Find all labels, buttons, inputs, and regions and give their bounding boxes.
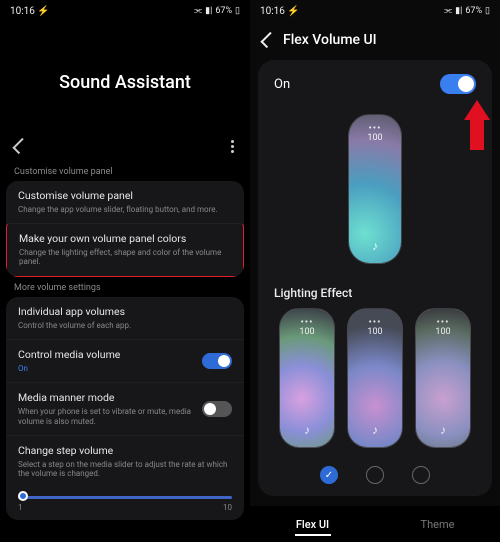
row-sub: Control the volume of each app. — [18, 321, 232, 331]
card-more-settings: Individual app volumes Control the volum… — [6, 297, 244, 520]
more-icon[interactable] — [231, 140, 234, 153]
preview-area: ••• 100 ♪ — [258, 108, 492, 282]
row-sub: Select a step on the media slider to adj… — [18, 460, 232, 479]
volume-panel-preview: ••• 100 ♪ — [348, 114, 402, 264]
row-change-step[interactable]: Change step volume Select a step on the … — [6, 435, 244, 488]
slider-min: 1 — [18, 503, 23, 512]
volume-value: 100 — [348, 327, 402, 337]
toggle-manner-mode[interactable] — [202, 401, 232, 417]
row-title: Control media volume — [18, 349, 194, 362]
row-title: Change step volume — [18, 445, 232, 458]
volume-value: 100 — [280, 327, 334, 337]
onoff-label: On — [274, 77, 290, 92]
row-title: Make your own volume panel colors — [19, 233, 231, 246]
radio-option-3[interactable] — [412, 466, 430, 484]
volume-value: 100 — [416, 327, 470, 337]
row-title: Media manner mode — [18, 392, 194, 405]
tab-flex-ui[interactable]: Flex UI — [250, 506, 375, 542]
row-customise-panel[interactable]: Customise volume panel Change the app vo… — [6, 181, 244, 223]
row-individual-volumes[interactable]: Individual app volumes Control the volum… — [6, 297, 244, 339]
volume-value: 100 — [349, 133, 401, 143]
battery-icon: ▯ — [485, 6, 490, 16]
status-bar: 10:16 ⚡ ⫘ ▮| 67% ▯ — [250, 0, 500, 22]
card-main: On ••• 100 ♪ Lighting Effect ••• 100 ♪ •… — [258, 60, 492, 496]
back-icon[interactable] — [260, 32, 276, 48]
slider-step-volume[interactable]: 1 10 — [6, 488, 244, 520]
toggle-flex-ui[interactable] — [440, 74, 476, 94]
screen-flex-volume: 10:16 ⚡ ⫘ ▮| 67% ▯ Flex Volume UI On •••… — [250, 0, 500, 542]
status-indicator-icon: ⚡ — [37, 6, 49, 17]
status-time: 10:16 — [10, 6, 35, 17]
lighting-options: ••• 100 ♪ ••• 100 ♪ ••• 100 ♪ — [258, 308, 492, 460]
signal-icon: ▮| — [205, 6, 212, 16]
slider-thumb[interactable] — [18, 491, 28, 501]
lighting-option-1[interactable]: ••• 100 ♪ — [279, 308, 335, 448]
section-lighting-effect: Lighting Effect — [258, 282, 492, 308]
battery-percent: 67% — [215, 6, 232, 16]
status-time: 10:16 — [260, 6, 285, 17]
wifi-icon: ⫘ — [444, 6, 452, 16]
lighting-option-3[interactable]: ••• 100 ♪ — [415, 308, 471, 448]
section-label-more: More volume settings — [0, 283, 250, 297]
row-sub: When your phone is set to vibrate or mut… — [18, 407, 194, 426]
page-title: Sound Assistant — [0, 22, 250, 133]
status-indicator-icon: ⚡ — [287, 6, 299, 17]
music-note-icon: ♪ — [348, 423, 402, 437]
option-selector — [258, 460, 492, 496]
row-manner-mode[interactable]: Media manner mode When your phone is set… — [6, 382, 244, 435]
page-title: Flex Volume UI — [283, 32, 377, 48]
row-onoff[interactable]: On — [258, 60, 492, 108]
header: Flex Volume UI — [250, 22, 500, 60]
music-note-icon: ♪ — [349, 239, 401, 253]
radio-option-1[interactable] — [320, 466, 338, 484]
wifi-icon: ⫘ — [194, 6, 202, 16]
battery-percent: 67% — [465, 6, 482, 16]
row-control-media[interactable]: Control media volume On — [6, 339, 244, 382]
slider-max: 10 — [223, 503, 232, 512]
row-volume-colors[interactable]: Make your own volume panel colors Change… — [6, 223, 244, 277]
row-title: Individual app volumes — [18, 306, 232, 319]
section-label-customise: Customise volume panel — [0, 167, 250, 181]
nav-row — [0, 139, 250, 153]
row-title: Customise volume panel — [18, 190, 232, 203]
card-customise: Customise volume panel Change the app vo… — [6, 181, 244, 277]
back-icon[interactable] — [12, 138, 28, 154]
tab-theme[interactable]: Theme — [375, 506, 500, 542]
music-note-icon: ♪ — [280, 423, 334, 437]
screen-sound-assistant: 10:16 ⚡ ⫘ ▮| 67% ▯ Sound Assistant Custo… — [0, 0, 250, 542]
bottom-tabs: Flex UI Theme — [250, 506, 500, 542]
row-sub: On — [18, 364, 194, 374]
annotation-arrow — [464, 100, 490, 150]
signal-icon: ▮| — [455, 6, 462, 16]
status-bar: 10:16 ⚡ ⫘ ▮| 67% ▯ — [0, 0, 250, 22]
radio-option-2[interactable] — [366, 466, 384, 484]
music-note-icon: ♪ — [416, 423, 470, 437]
lighting-option-2[interactable]: ••• 100 ♪ — [347, 308, 403, 448]
row-sub: Change the app volume slider, floating b… — [18, 205, 232, 215]
row-sub: Change the lighting effect, shape and co… — [19, 248, 231, 267]
toggle-control-media[interactable] — [202, 353, 232, 369]
battery-icon: ▯ — [235, 6, 240, 16]
